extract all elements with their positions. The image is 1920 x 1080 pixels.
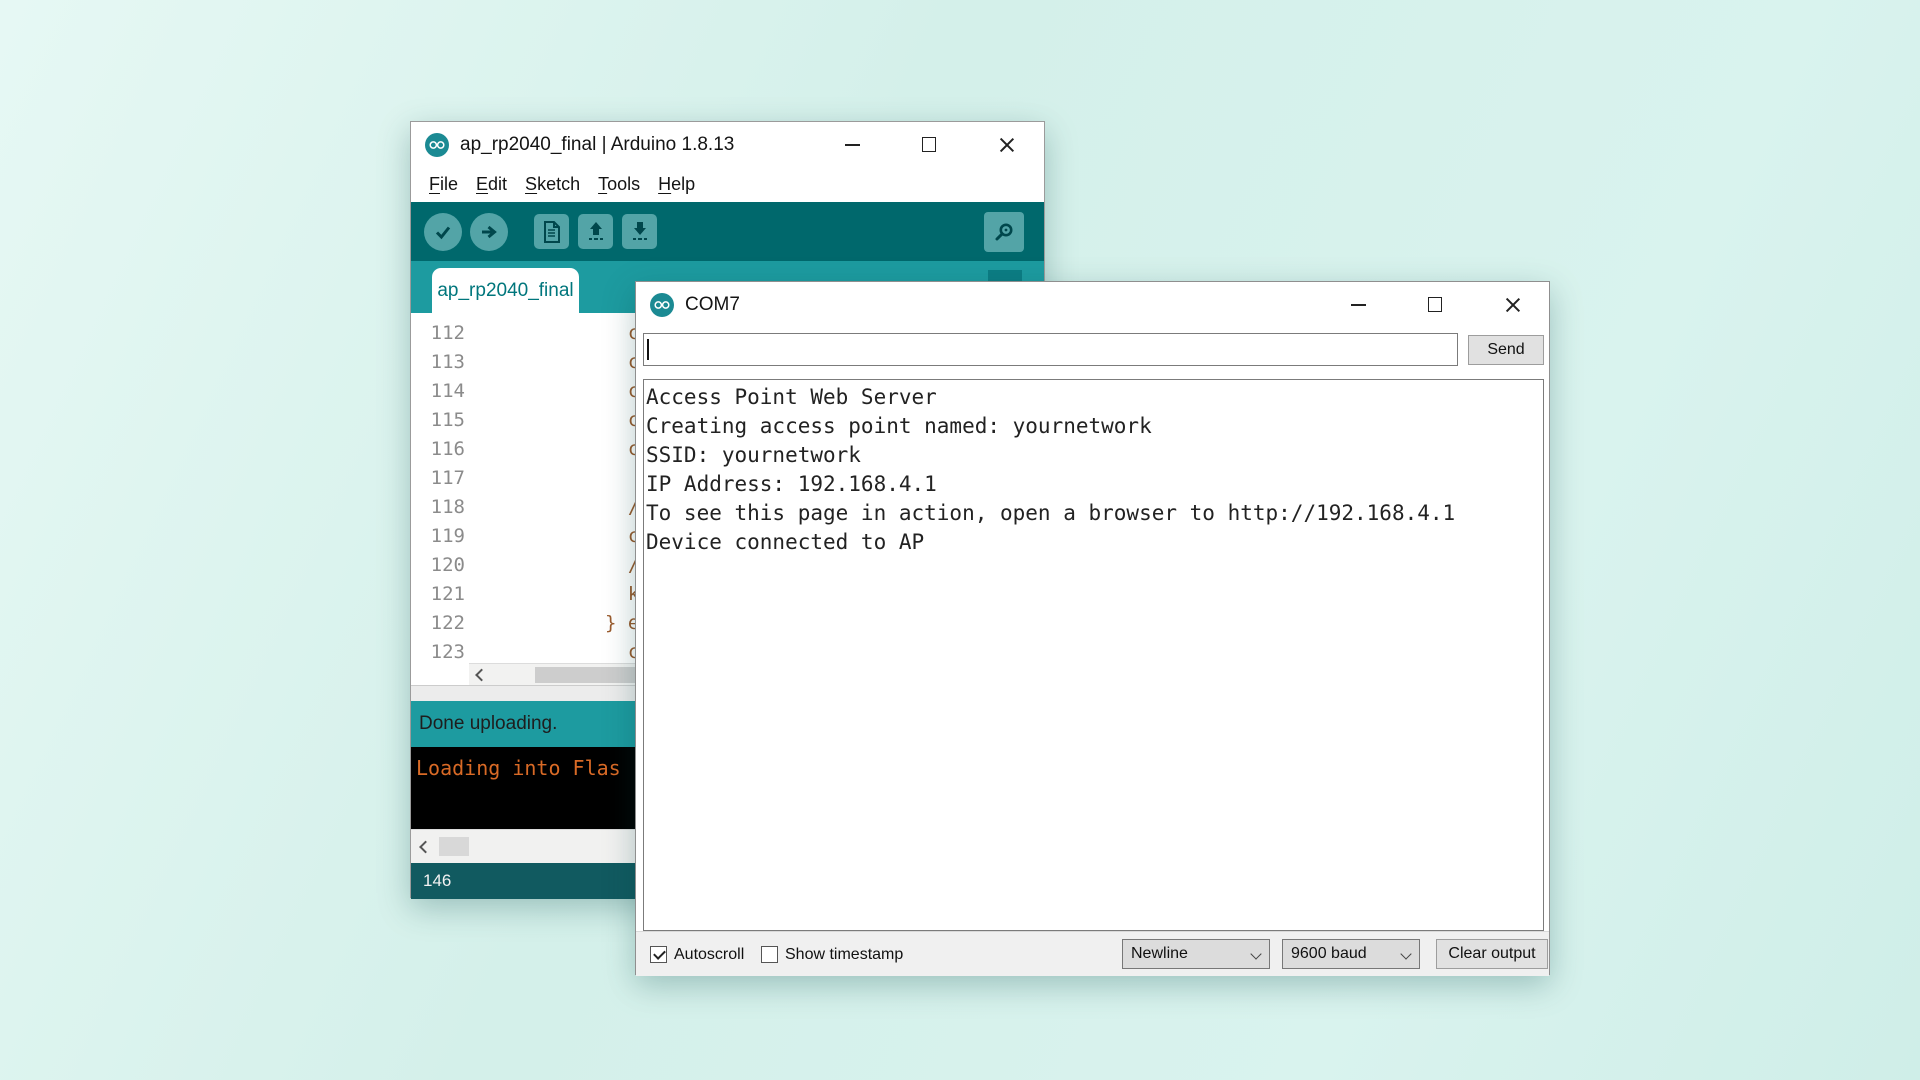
autoscroll-checkbox[interactable]: Autoscroll [650, 932, 744, 977]
line-number: 116 [430, 437, 465, 460]
current-line-indicator: 146 [423, 871, 452, 890]
minimize-icon [844, 143, 860, 146]
maximize-icon [922, 137, 936, 152]
open-sketch-button[interactable] [578, 214, 613, 249]
send-button[interactable]: Send [1468, 335, 1544, 365]
baud-rate-dropdown[interactable]: 9600 baud [1282, 939, 1420, 969]
clear-output-label: Clear output [1448, 945, 1536, 962]
clear-output-button[interactable]: Clear output [1436, 939, 1548, 969]
serial-monitor-button[interactable] [984, 212, 1024, 252]
serial-close-button[interactable] [1491, 282, 1535, 327]
new-sketch-button[interactable] [534, 214, 569, 249]
document-icon [543, 220, 560, 243]
status-text: Done uploading. [419, 713, 558, 734]
serial-monitor-window: COM7 Send Access Point Web Server Creati… [635, 281, 1550, 976]
maximize-icon [1428, 297, 1442, 312]
serial-maximize-button[interactable] [1413, 282, 1457, 327]
line-number: 121 [430, 582, 465, 605]
serial-output-line: Access Point Web Server [646, 385, 937, 409]
down-arrow-icon [632, 221, 647, 240]
checkmark-icon [435, 226, 451, 239]
scroll-left-icon[interactable] [475, 668, 488, 681]
serial-output-area[interactable]: Access Point Web Server Creating access … [643, 379, 1544, 931]
line-number: 122 [430, 611, 465, 634]
line-number: 112 [430, 321, 465, 344]
serial-minimize-button[interactable] [1336, 282, 1380, 327]
menu-tools[interactable]: Tools [590, 171, 648, 198]
console-text: Loading into Flas [416, 756, 621, 780]
desktop: ap_rp2040_final | Arduino 1.8.13 File Ed… [0, 0, 1920, 1080]
chevron-down-icon [1250, 948, 1262, 960]
baud-rate-value: 9600 baud [1291, 945, 1367, 962]
scrollbar-thumb[interactable] [439, 837, 469, 856]
line-ending-dropdown[interactable]: Newline [1122, 939, 1270, 969]
line-number: 117 [430, 466, 465, 489]
right-arrow-icon [482, 225, 497, 238]
arduino-logo-icon [650, 292, 674, 317]
ide-window-title: ap_rp2040_final | Arduino 1.8.13 [460, 133, 735, 155]
tab-ap-rp2040-final[interactable]: ap_rp2040_final [432, 268, 579, 313]
show-timestamp-checkbox[interactable]: Show timestamp [761, 932, 903, 977]
ide-close-button[interactable] [985, 122, 1029, 167]
line-number: 115 [430, 408, 465, 431]
autoscroll-label: Autoscroll [674, 945, 745, 963]
minimize-icon [1350, 303, 1366, 306]
close-icon [999, 137, 1015, 153]
verify-button[interactable] [424, 212, 462, 251]
serial-output-line: Creating access point named: yournetwork [646, 414, 1152, 438]
scroll-left-icon[interactable] [419, 840, 432, 853]
upload-button[interactable] [470, 212, 508, 251]
text-caret [647, 339, 649, 360]
checkbox-checked-icon [650, 946, 667, 963]
close-icon [1505, 297, 1521, 313]
show-timestamp-label: Show timestamp [785, 945, 904, 963]
ide-minimize-button[interactable] [830, 122, 874, 167]
save-sketch-button[interactable] [622, 214, 657, 249]
line-number: 123 [430, 640, 465, 663]
line-number: 113 [430, 350, 465, 373]
serial-output-line: IP Address: 192.168.4.1 [646, 472, 937, 496]
menu-edit[interactable]: Edit [468, 171, 515, 198]
ide-maximize-button[interactable] [907, 122, 951, 167]
line-number: 120 [430, 553, 465, 576]
line-number: 119 [430, 524, 465, 547]
serial-window-title: COM7 [685, 293, 740, 315]
ide-titlebar: ap_rp2040_final | Arduino 1.8.13 [411, 122, 1044, 167]
up-arrow-icon [588, 221, 603, 240]
menu-sketch[interactable]: Sketch [517, 171, 588, 198]
serial-output-line: Device connected to AP [646, 530, 925, 554]
serial-bottombar: Autoscroll Show timestamp Newline 9600 b… [636, 931, 1549, 976]
ide-menubar: File Edit Sketch Tools Help [411, 167, 1044, 202]
line-ending-value: Newline [1131, 945, 1188, 962]
checkbox-unchecked-icon [761, 946, 778, 963]
serial-titlebar: COM7 [636, 282, 1549, 327]
line-number: 114 [430, 379, 465, 402]
chevron-down-icon [1400, 948, 1412, 960]
serial-input-row: Send [636, 327, 1549, 379]
ide-toolbar [411, 202, 1044, 261]
serial-output-line: To see this page in action, open a brows… [646, 501, 1456, 525]
menu-file[interactable]: File [421, 171, 466, 198]
serial-output-line: SSID: yournetwork [646, 443, 861, 467]
menu-help[interactable]: Help [650, 171, 703, 198]
magnifier-icon [995, 223, 1013, 241]
serial-send-input[interactable] [643, 333, 1458, 366]
line-number: 118 [430, 495, 465, 518]
arduino-logo-icon [425, 132, 449, 157]
